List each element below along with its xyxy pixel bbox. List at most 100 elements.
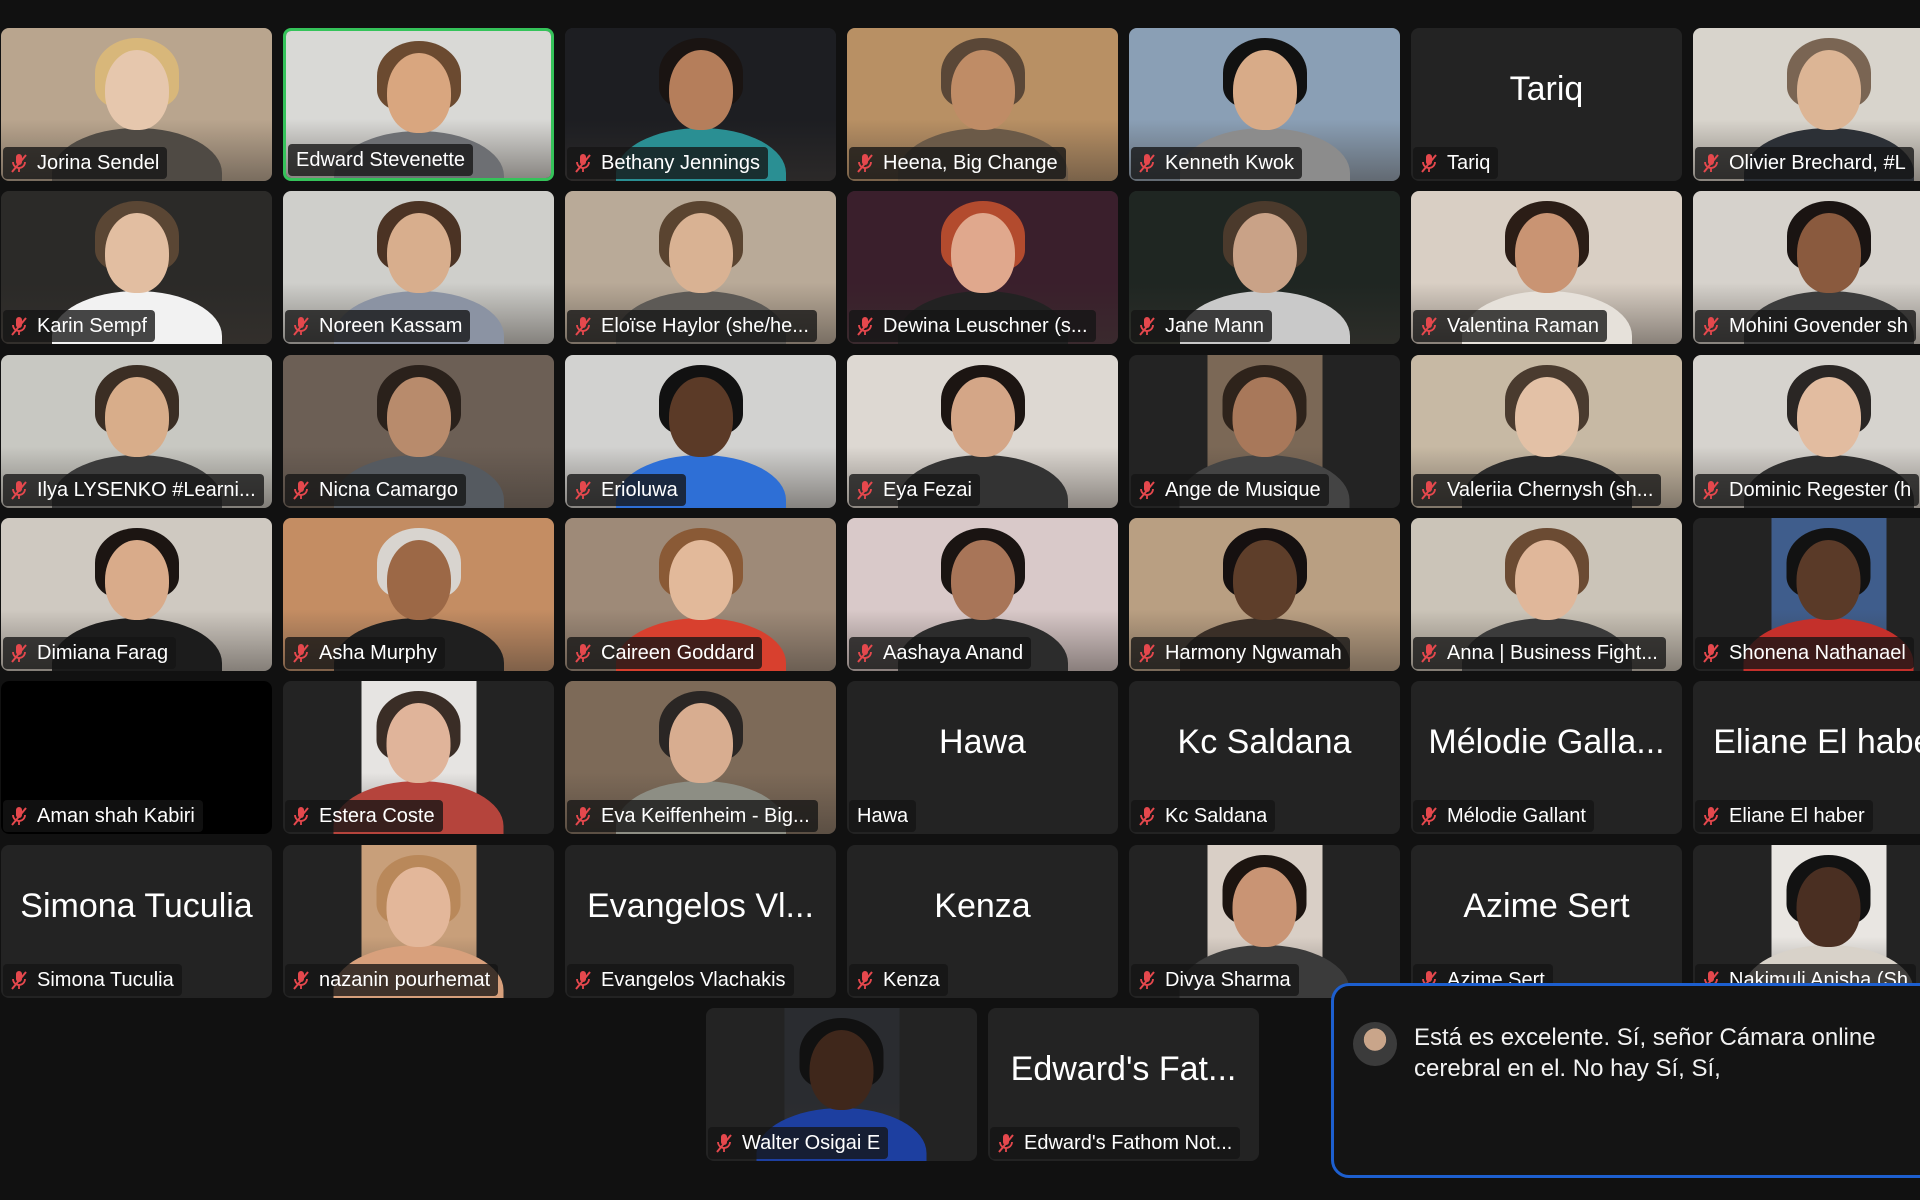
participant-nameplate: Eya Fezai [849, 474, 980, 506]
participant-tile[interactable]: Aashaya Anand [847, 518, 1118, 671]
participant-nameplate: Caireen Goddard [567, 637, 763, 669]
participant-nameplate: Shonena Nathanael [1695, 637, 1914, 669]
muted-mic-icon [291, 642, 311, 664]
person-silhouette-face [668, 377, 733, 457]
participant-tile[interactable]: Kenneth Kwok [1129, 28, 1400, 181]
participant-tile[interactable]: Dimiana Farag [1, 518, 272, 671]
speaker-avatar [1353, 1022, 1397, 1066]
participant-tile[interactable]: Simona Tuculia Simona Tuculia [1, 845, 272, 998]
muted-mic-icon [1137, 642, 1157, 664]
participant-tile[interactable]: Valentina Raman [1411, 191, 1682, 344]
participant-tile[interactable]: Dewina Leuschner (s... [847, 191, 1118, 344]
muted-mic-icon [573, 152, 593, 174]
participant-name: Edward Stevenette [296, 149, 465, 171]
muted-mic-icon [291, 315, 311, 337]
participant-name: Aman shah Kabiri [37, 805, 195, 827]
participant-name: Tariq [1447, 152, 1491, 174]
participant-nameplate: Edward Stevenette [288, 144, 473, 176]
muted-mic-icon [573, 805, 593, 827]
muted-mic-icon [9, 642, 29, 664]
participant-tile[interactable]: Eya Fezai [847, 355, 1118, 508]
participant-tile[interactable]: Eliane El haber Eliane El haber [1693, 681, 1920, 834]
person-silhouette-face [668, 540, 733, 620]
participant-tile[interactable]: Heena, Big Change [847, 28, 1118, 181]
participant-nameplate: Ilya LYSENKO #Learni... [3, 474, 264, 506]
participant-nameplate: Asha Murphy [285, 637, 445, 669]
participant-tile[interactable]: Bethany Jennings [565, 28, 836, 181]
muted-mic-icon [573, 642, 593, 664]
participant-name: Hawa [857, 805, 909, 827]
participant-name: Eya Fezai [883, 479, 972, 501]
person-silhouette-face [104, 377, 169, 457]
participant-tile[interactable]: Mohini Govender sh [1693, 191, 1920, 344]
live-caption-box[interactable]: Está es excelente. Sí, señor Cámara onli… [1331, 983, 1920, 1178]
participant-tile[interactable]: Hawa Hawa [847, 681, 1118, 834]
participant-nameplate: Kc Saldana [1131, 800, 1276, 832]
participant-name: Valeriia Chernysh (sh... [1447, 479, 1654, 501]
participant-name-display: Azime Sert [1463, 887, 1630, 925]
participant-tile[interactable]: Anna | Business Fight... [1411, 518, 1682, 671]
participant-name: Ilya LYSENKO #Learni... [37, 479, 256, 501]
participant-tile[interactable]: Kc Saldana Kc Saldana [1129, 681, 1400, 834]
participant-name: Eloïse Haylor (she/he... [601, 315, 809, 337]
person-silhouette-face [1796, 540, 1861, 620]
person-silhouette-face [104, 540, 169, 620]
participant-tile[interactable]: Ange de Musique [1129, 355, 1400, 508]
participant-tile[interactable]: Ilya LYSENKO #Learni... [1, 355, 272, 508]
participant-tile[interactable]: Karin Sempf [1, 191, 272, 344]
muted-mic-icon [1701, 642, 1721, 664]
participant-tile[interactable]: Shonena Nathanael [1693, 518, 1920, 671]
muted-mic-icon [9, 315, 29, 337]
participant-nameplate: Eliane El haber [1695, 800, 1873, 832]
participant-nameplate: Bethany Jennings [567, 147, 769, 179]
participant-tile[interactable]: Kenza Kenza [847, 845, 1118, 998]
person-silhouette-face [1232, 50, 1297, 130]
participant-tile[interactable]: Aman shah Kabiri [1, 681, 272, 834]
participant-tile[interactable]: Mélodie Galla... Mélodie Gallant [1411, 681, 1682, 834]
participant-tile[interactable]: Edward's Fat... Edward's Fathom Not... [988, 1008, 1259, 1161]
participant-tile[interactable]: Edward Stevenette [283, 28, 554, 181]
participant-name: Divya Sharma [1165, 969, 1291, 991]
participant-tile[interactable]: Jorina Sendel [1, 28, 272, 181]
participant-tile[interactable]: nazanin pourhemat [283, 845, 554, 998]
participant-tile[interactable]: Nicna Camargo [283, 355, 554, 508]
person-silhouette-face [950, 50, 1015, 130]
person-silhouette-face [1232, 213, 1297, 293]
participant-name: Heena, Big Change [883, 152, 1058, 174]
participant-tile[interactable]: Tariq Tariq [1411, 28, 1682, 181]
participant-tile[interactable]: Walter Osigai E [706, 1008, 977, 1161]
participant-tile[interactable]: Azime Sert Azime Sert [1411, 845, 1682, 998]
person-silhouette-face [950, 540, 1015, 620]
participant-name-display: Evangelos Vl... [587, 887, 814, 925]
participant-name: Jane Mann [1165, 315, 1264, 337]
participant-tile[interactable]: Nakimuli Anisha (Sh [1693, 845, 1920, 998]
participant-tile[interactable]: Estera Coste [283, 681, 554, 834]
person-silhouette-face [1796, 50, 1861, 130]
participant-name-display: Hawa [939, 723, 1026, 761]
participant-tile[interactable]: Noreen Kassam [283, 191, 554, 344]
participant-tile[interactable]: Caireen Goddard [565, 518, 836, 671]
participant-tile[interactable]: Valeriia Chernysh (sh... [1411, 355, 1682, 508]
participant-tile[interactable]: Evangelos Vl... Evangelos Vlachakis [565, 845, 836, 998]
muted-mic-icon [1701, 805, 1721, 827]
person-silhouette-face [386, 703, 451, 783]
participant-tile[interactable]: Asha Murphy [283, 518, 554, 671]
participant-nameplate: Ange de Musique [1131, 474, 1329, 506]
participant-tile[interactable]: Eloïse Haylor (she/he... [565, 191, 836, 344]
participant-nameplate: Olivier Brechard, #L [1695, 147, 1914, 179]
participant-nameplate: Simona Tuculia [3, 964, 182, 996]
muted-mic-icon [1419, 642, 1439, 664]
participant-tile[interactable]: Divya Sharma [1129, 845, 1400, 998]
participant-tile[interactable]: Harmony Ngwamah [1129, 518, 1400, 671]
person-silhouette-face [1514, 213, 1579, 293]
participant-tile[interactable]: Jane Mann [1129, 191, 1400, 344]
participant-tile[interactable]: Erioluwa [565, 355, 836, 508]
participant-tile[interactable]: Olivier Brechard, #L [1693, 28, 1920, 181]
participant-tile[interactable]: Dominic Regester (h [1693, 355, 1920, 508]
participant-name: Noreen Kassam [319, 315, 463, 337]
participant-name: Caireen Goddard [601, 642, 755, 664]
participant-nameplate: Walter Osigai E [708, 1127, 889, 1159]
participant-tile[interactable]: Eva Keiffenheim - Big... [565, 681, 836, 834]
participant-name: Ange de Musique [1165, 479, 1321, 501]
person-silhouette-face [1232, 540, 1297, 620]
